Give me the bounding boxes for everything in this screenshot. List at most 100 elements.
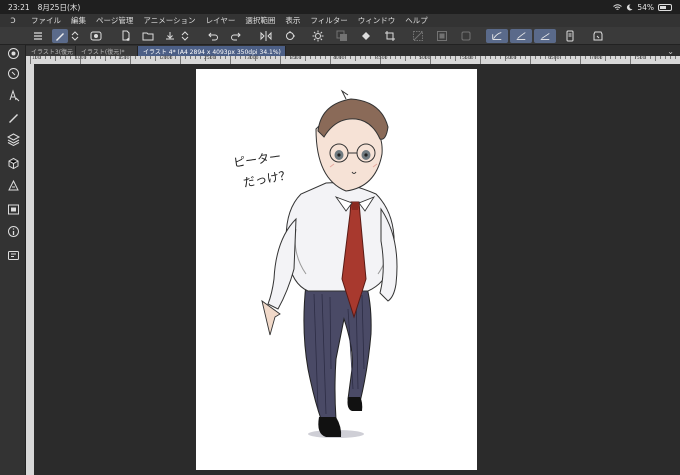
menu-bar: ↄ ファイル 編集 ページ管理 アニメーション レイヤー 選択範囲 表示 フィル…	[0, 14, 680, 27]
stroke-correction-1-icon[interactable]	[486, 29, 508, 43]
redo-icon[interactable]	[228, 29, 244, 43]
eye-icon[interactable]	[88, 29, 104, 43]
ruler-tick	[310, 56, 311, 59]
canvas-paper[interactable]: ピーター だっけ？	[196, 69, 477, 470]
ruler-tick	[230, 56, 231, 64]
fill-bucket-icon[interactable]	[358, 29, 374, 43]
ruler-tick	[155, 56, 156, 61]
ruler-label: 4000	[333, 56, 345, 61]
ruler-tick	[650, 56, 651, 59]
ruler-tick	[390, 56, 391, 59]
tab-illust4-active[interactable]: イラスト 4* (A4 2894 x 4093px 350dpi 34.1%)	[138, 46, 286, 56]
ruler-label: 100	[32, 56, 41, 61]
app-logo-icon[interactable]: ↄ	[0, 15, 26, 26]
ruler-tick	[625, 56, 626, 59]
ruler-tick	[60, 56, 61, 59]
ruler-label: 4500	[376, 56, 388, 61]
ruler-tick	[570, 56, 571, 59]
ruler-tick	[50, 56, 51, 59]
zoom-icon[interactable]	[5, 65, 21, 81]
tab-illust-restored[interactable]: イラスト(復元)*	[76, 46, 138, 56]
ruler-tick	[280, 56, 281, 64]
crop-icon[interactable]	[382, 29, 398, 43]
layers-icon[interactable]	[5, 131, 21, 147]
ruler-tick	[485, 56, 486, 59]
menu-layer[interactable]: レイヤー	[201, 15, 241, 26]
command-bar	[0, 27, 680, 45]
rotate-canvas-icon[interactable]	[282, 29, 298, 43]
tool-property-icon[interactable]	[5, 177, 21, 193]
pen-tool-icon[interactable]	[5, 109, 21, 125]
ruler-tick	[195, 56, 196, 59]
ruler-tick	[220, 56, 221, 59]
selection-tool-icon[interactable]	[5, 87, 21, 103]
device-icon[interactable]	[562, 29, 578, 43]
ruler-tick	[445, 56, 446, 59]
tab-illust3[interactable]: イラスト3(復元	[26, 46, 76, 56]
ruler-tick	[315, 56, 316, 59]
ruler-tick	[175, 56, 176, 59]
menu-file[interactable]: ファイル	[26, 15, 66, 26]
stroke-correction-2-icon[interactable]	[510, 29, 532, 43]
ruler-tick	[580, 56, 581, 64]
ruler-tick	[540, 56, 541, 59]
ruler-tick	[150, 56, 151, 59]
menu-window[interactable]: ウィンドウ	[353, 15, 401, 26]
menu-selection[interactable]: 選択範囲	[240, 15, 280, 26]
new-file-icon[interactable]	[118, 29, 134, 43]
menu-help[interactable]: ヘルプ	[400, 15, 433, 26]
ruler-tick	[405, 56, 406, 61]
ruler-tick	[675, 56, 676, 59]
open-folder-icon[interactable]	[140, 29, 156, 43]
sun-adjust-icon[interactable]	[310, 29, 326, 43]
stroke-correction-3-icon[interactable]	[534, 29, 556, 43]
copy-layer-icon[interactable]	[334, 29, 350, 43]
ruler-tick	[235, 56, 236, 59]
menu-animation[interactable]: アニメーション	[138, 15, 200, 26]
save-stepper-icon[interactable]	[180, 29, 190, 43]
ruler-tick	[520, 56, 521, 59]
ruler-tick	[500, 56, 501, 59]
materials-icon[interactable]	[5, 155, 21, 171]
ruler-tick	[460, 56, 461, 59]
ruler-tick	[225, 56, 226, 59]
ruler-tick	[535, 56, 536, 59]
flip-horizontal-icon[interactable]	[258, 29, 274, 43]
selection-border-icon[interactable]	[458, 29, 474, 43]
ruler-tick	[565, 56, 566, 59]
ruler-tick	[400, 56, 401, 59]
ruler-tick	[45, 56, 46, 59]
ruler-tick	[525, 56, 526, 59]
save-icon[interactable]	[162, 29, 178, 43]
stepper-icon[interactable]	[70, 29, 80, 43]
undo-icon[interactable]	[205, 29, 221, 43]
companion-mode-icon[interactable]	[590, 29, 606, 43]
ruler-label: 6500	[548, 56, 560, 61]
navigator-icon[interactable]	[5, 201, 21, 217]
ruler-tick	[135, 56, 136, 59]
canvas-area[interactable]: ピーター だっけ？	[34, 64, 680, 475]
ruler-tick	[370, 56, 371, 59]
handwriting-text-1: ピーター	[232, 149, 281, 170]
timeline-icon[interactable]	[5, 247, 21, 263]
dial-icon[interactable]	[5, 45, 21, 61]
ruler-label: 7000	[591, 56, 603, 61]
ruler-tick	[100, 56, 101, 59]
deselect-icon[interactable]	[410, 29, 426, 43]
ruler-tick	[365, 56, 366, 59]
chevron-down-icon[interactable]: ⌄	[667, 47, 680, 56]
ruler-tick	[440, 56, 441, 59]
menu-filter[interactable]: フィルター	[305, 15, 352, 26]
pen-mode-icon[interactable]	[52, 29, 68, 43]
ruler-tick	[70, 56, 71, 59]
ruler-tick	[90, 56, 91, 59]
menu-page[interactable]: ページ管理	[91, 15, 138, 26]
info-icon[interactable]	[5, 223, 21, 239]
ruler-tick	[180, 56, 181, 64]
invert-selection-icon[interactable]	[434, 29, 450, 43]
battery-icon	[658, 3, 672, 11]
menu-edit[interactable]: 編集	[66, 15, 91, 26]
hamburger-menu-icon[interactable]	[30, 29, 46, 43]
ruler-tick	[330, 56, 331, 64]
menu-view[interactable]: 表示	[280, 15, 305, 26]
